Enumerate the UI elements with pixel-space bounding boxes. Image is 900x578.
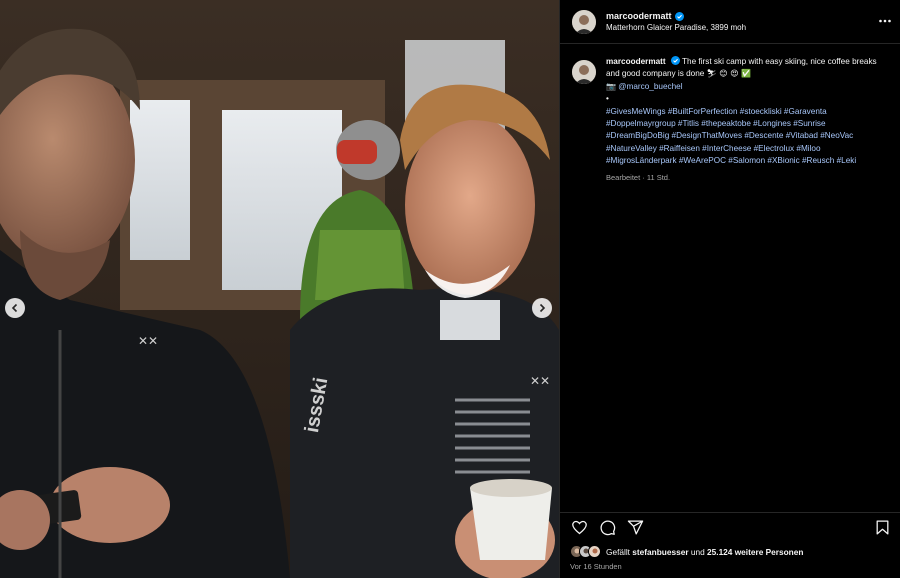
- next-image-button[interactable]: [532, 298, 552, 318]
- comment-icon: [600, 520, 615, 536]
- verified-badge-icon: [674, 11, 684, 21]
- author-avatar[interactable]: [572, 9, 596, 34]
- share-button[interactable]: [626, 519, 644, 537]
- bookmark-icon: [876, 520, 888, 535]
- more-options-icon: [879, 19, 891, 23]
- post-location[interactable]: Matterhorn Glaicer Paradise, 3899 moh: [606, 23, 746, 32]
- svg-text:✕✕: ✕✕: [138, 334, 158, 348]
- likes-summary[interactable]: Gefällt stefanbuesser und 25.124 weitere…: [570, 545, 803, 558]
- avatar-image: [572, 60, 596, 84]
- action-bar: [560, 512, 900, 542]
- likes-middle: und: [690, 546, 705, 557]
- post-header: marcoodermatt Matterhorn Glaicer Paradis…: [560, 0, 900, 44]
- caption: marcoodermatt The first ski camp with ea…: [560, 44, 900, 184]
- caption-username[interactable]: marcoodermatt: [606, 57, 666, 66]
- verified-badge-icon: [670, 56, 680, 65]
- likes-count[interactable]: 25.124 weitere Personen: [707, 547, 803, 557]
- share-icon: [627, 520, 643, 535]
- caption-text-block: marcoodermatt The first ski camp with ea…: [606, 56, 888, 184]
- previous-image-button[interactable]: [5, 298, 25, 318]
- camera-emoji: 📷: [606, 81, 616, 91]
- likes-prefix: Gefällt: [606, 546, 630, 557]
- post-details-panel: marcoodermatt Matterhorn Glaicer Paradis…: [559, 0, 900, 578]
- more-options-button[interactable]: [878, 14, 892, 28]
- hashtag-line[interactable]: #MigrosLänderpark #WeArePOC #Salomon #XB…: [606, 155, 888, 167]
- caption-bullet: •: [606, 94, 609, 104]
- chevron-left-icon: [11, 303, 18, 313]
- instagram-post: ✕✕ issski ✕✕ marcoodermatt Matterhorn Gl…: [0, 0, 900, 578]
- hashtag-line[interactable]: #NatureValley #Raiffeisen #InterCheese #…: [606, 143, 888, 155]
- liker-avatar: [588, 545, 601, 558]
- heart-icon: [571, 520, 587, 535]
- photo-two-skiers-in-hut: ✕✕ issski ✕✕: [0, 0, 559, 578]
- avatar-image: [572, 9, 596, 34]
- save-button[interactable]: [873, 519, 891, 537]
- comment-button[interactable]: [598, 519, 616, 537]
- hashtag-line[interactable]: #GivesMeWings #BuiltForPerfection #stoec…: [606, 106, 888, 118]
- mention-link[interactable]: @marco_buechel: [618, 82, 682, 91]
- like-button[interactable]: [570, 519, 588, 537]
- post-photo[interactable]: ✕✕ issski ✕✕: [0, 0, 559, 578]
- svg-text:✕✕: ✕✕: [530, 374, 550, 388]
- liker-avatars: [570, 545, 601, 558]
- edited-label: Bearbeitet · 11 Std.: [606, 172, 671, 182]
- first-liker[interactable]: stefanbuesser: [632, 547, 688, 557]
- caption-emojis: ⛷ 😊 😍 ✅: [706, 69, 752, 79]
- hashtag-line[interactable]: #DreamBigDoBig #DesignThatMoves #Descent…: [606, 130, 888, 142]
- chevron-right-icon: [539, 303, 546, 313]
- author-username[interactable]: marcoodermatt: [606, 11, 672, 21]
- post-timestamp[interactable]: Vor 16 Stunden: [570, 562, 622, 571]
- caption-author-avatar[interactable]: [572, 60, 596, 84]
- hashtag-line[interactable]: #Doppelmayrgroup #Titlis #thepeaktobe #L…: [606, 118, 888, 130]
